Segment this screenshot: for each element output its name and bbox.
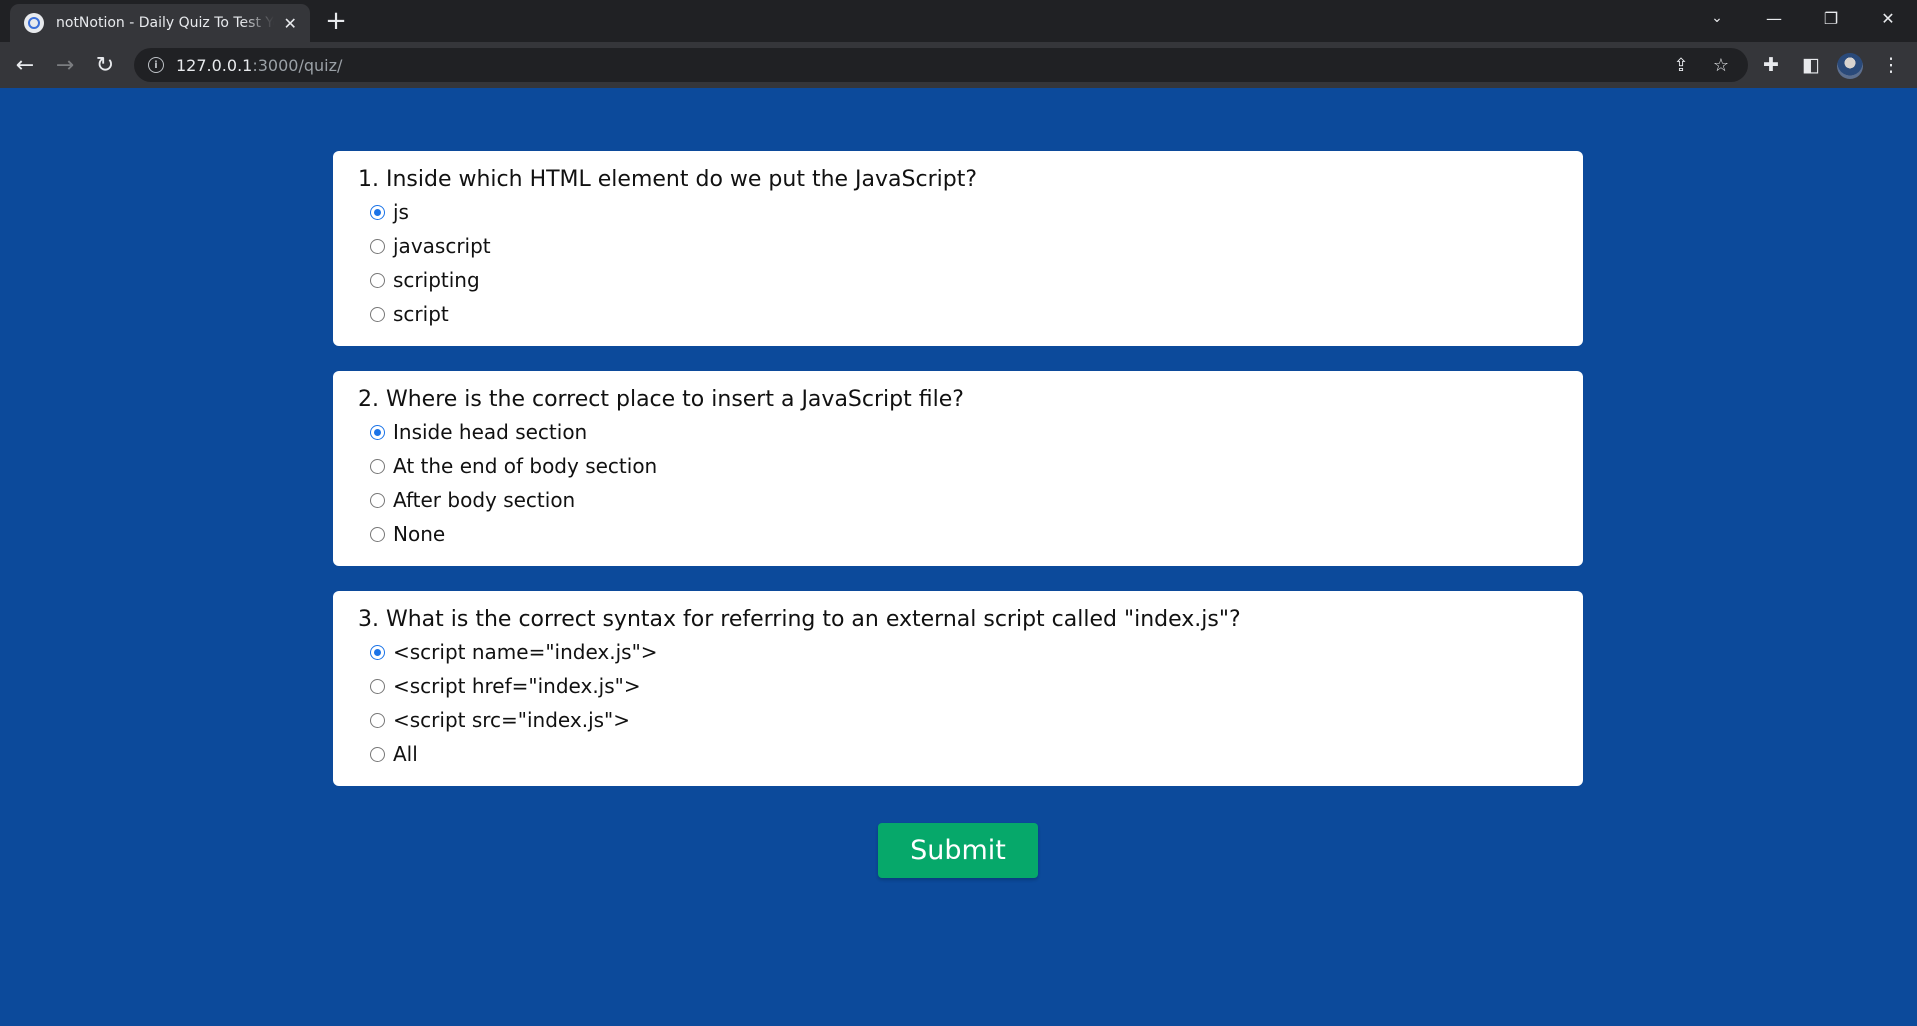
- answer-option[interactable]: <script name="index.js">: [358, 635, 1583, 669]
- submit-button[interactable]: Submit: [878, 823, 1038, 878]
- answer-label[interactable]: Inside head section: [393, 417, 587, 447]
- answer-label[interactable]: None: [393, 519, 445, 549]
- url-host: 127.0.0.1: [176, 55, 253, 75]
- side-panel-icon[interactable]: ◧: [1796, 50, 1826, 80]
- close-window-icon[interactable]: ✕: [1865, 0, 1911, 36]
- profile-avatar[interactable]: [1837, 53, 1863, 79]
- radio-button[interactable]: [370, 205, 385, 220]
- radio-button[interactable]: [370, 645, 385, 660]
- site-favicon-icon: [24, 13, 44, 33]
- url-path: :3000/quiz/: [252, 55, 343, 75]
- url-text[interactable]: 127.0.0.1:3000/quiz/: [176, 56, 342, 75]
- answer-label[interactable]: At the end of body section: [393, 451, 657, 481]
- answer-option[interactable]: After body section: [358, 483, 1583, 517]
- answer-label[interactable]: scripting: [393, 265, 480, 295]
- radio-button[interactable]: [370, 527, 385, 542]
- answer-label[interactable]: script: [393, 299, 449, 329]
- radio-button[interactable]: [370, 307, 385, 322]
- back-icon[interactable]: ←: [10, 50, 40, 80]
- answer-option[interactable]: js: [358, 195, 1583, 229]
- new-tab-icon[interactable]: +: [322, 6, 350, 36]
- answer-option[interactable]: scripting: [358, 263, 1583, 297]
- question-card-3: 3. What is the correct syntax for referr…: [333, 591, 1583, 786]
- question-card-2: 2. Where is the correct place to insert …: [333, 371, 1583, 566]
- answer-label[interactable]: <script href="index.js">: [393, 671, 641, 701]
- answer-option[interactable]: <script src="index.js">: [358, 703, 1583, 737]
- answer-label[interactable]: js: [393, 197, 409, 227]
- answer-option[interactable]: <script href="index.js">: [358, 669, 1583, 703]
- forward-icon[interactable]: →: [50, 50, 80, 80]
- answer-label[interactable]: After body section: [393, 485, 575, 515]
- answer-option[interactable]: At the end of body section: [358, 449, 1583, 483]
- browser-toolbar: ← → ↻ i 127.0.0.1:3000/quiz/ ⇪ ☆ ✚ ◧ ⋮: [0, 42, 1917, 88]
- minimize-icon[interactable]: —: [1751, 0, 1797, 36]
- more-menu-icon[interactable]: ⋮: [1876, 50, 1906, 80]
- answer-label[interactable]: <script src="index.js">: [393, 705, 630, 735]
- address-bar[interactable]: i 127.0.0.1:3000/quiz/ ⇪ ☆: [134, 48, 1748, 82]
- answer-option[interactable]: script: [358, 297, 1583, 331]
- question-text: 3. What is the correct syntax for referr…: [358, 607, 1241, 632]
- restore-icon[interactable]: ❐: [1808, 0, 1854, 36]
- close-tab-icon[interactable]: ✕: [280, 14, 300, 33]
- answer-label[interactable]: javascript: [393, 231, 491, 261]
- browser-tab-bar: notNotion - Daily Quiz To Test Your Know…: [0, 0, 1917, 42]
- tab-title: notNotion - Daily Quiz To Test Your Know…: [56, 15, 274, 31]
- browser-tab[interactable]: notNotion - Daily Quiz To Test Your Know…: [10, 4, 310, 42]
- bookmark-star-icon[interactable]: ☆: [1710, 54, 1732, 76]
- radio-button[interactable]: [370, 239, 385, 254]
- radio-button[interactable]: [370, 713, 385, 728]
- tab-search-chevron-icon[interactable]: ⌄: [1694, 0, 1740, 36]
- question-text: 1. Inside which HTML element do we put t…: [358, 167, 978, 192]
- radio-button[interactable]: [370, 747, 385, 762]
- question-card-1: 1. Inside which HTML element do we put t…: [333, 151, 1583, 346]
- answer-option[interactable]: None: [358, 517, 1583, 551]
- radio-button[interactable]: [370, 273, 385, 288]
- extensions-puzzle-icon[interactable]: ✚: [1756, 50, 1786, 80]
- share-icon[interactable]: ⇪: [1670, 54, 1692, 76]
- radio-button[interactable]: [370, 493, 385, 508]
- answer-label[interactable]: All: [393, 739, 418, 769]
- answer-option[interactable]: Inside head section: [358, 415, 1583, 449]
- radio-button[interactable]: [370, 459, 385, 474]
- reload-icon[interactable]: ↻: [90, 50, 120, 80]
- answer-option[interactable]: javascript: [358, 229, 1583, 263]
- site-info-icon[interactable]: i: [148, 57, 164, 73]
- answer-label[interactable]: <script name="index.js">: [393, 637, 658, 667]
- radio-button[interactable]: [370, 679, 385, 694]
- answer-option[interactable]: All: [358, 737, 1583, 771]
- radio-button[interactable]: [370, 425, 385, 440]
- question-text: 2. Where is the correct place to insert …: [358, 387, 964, 412]
